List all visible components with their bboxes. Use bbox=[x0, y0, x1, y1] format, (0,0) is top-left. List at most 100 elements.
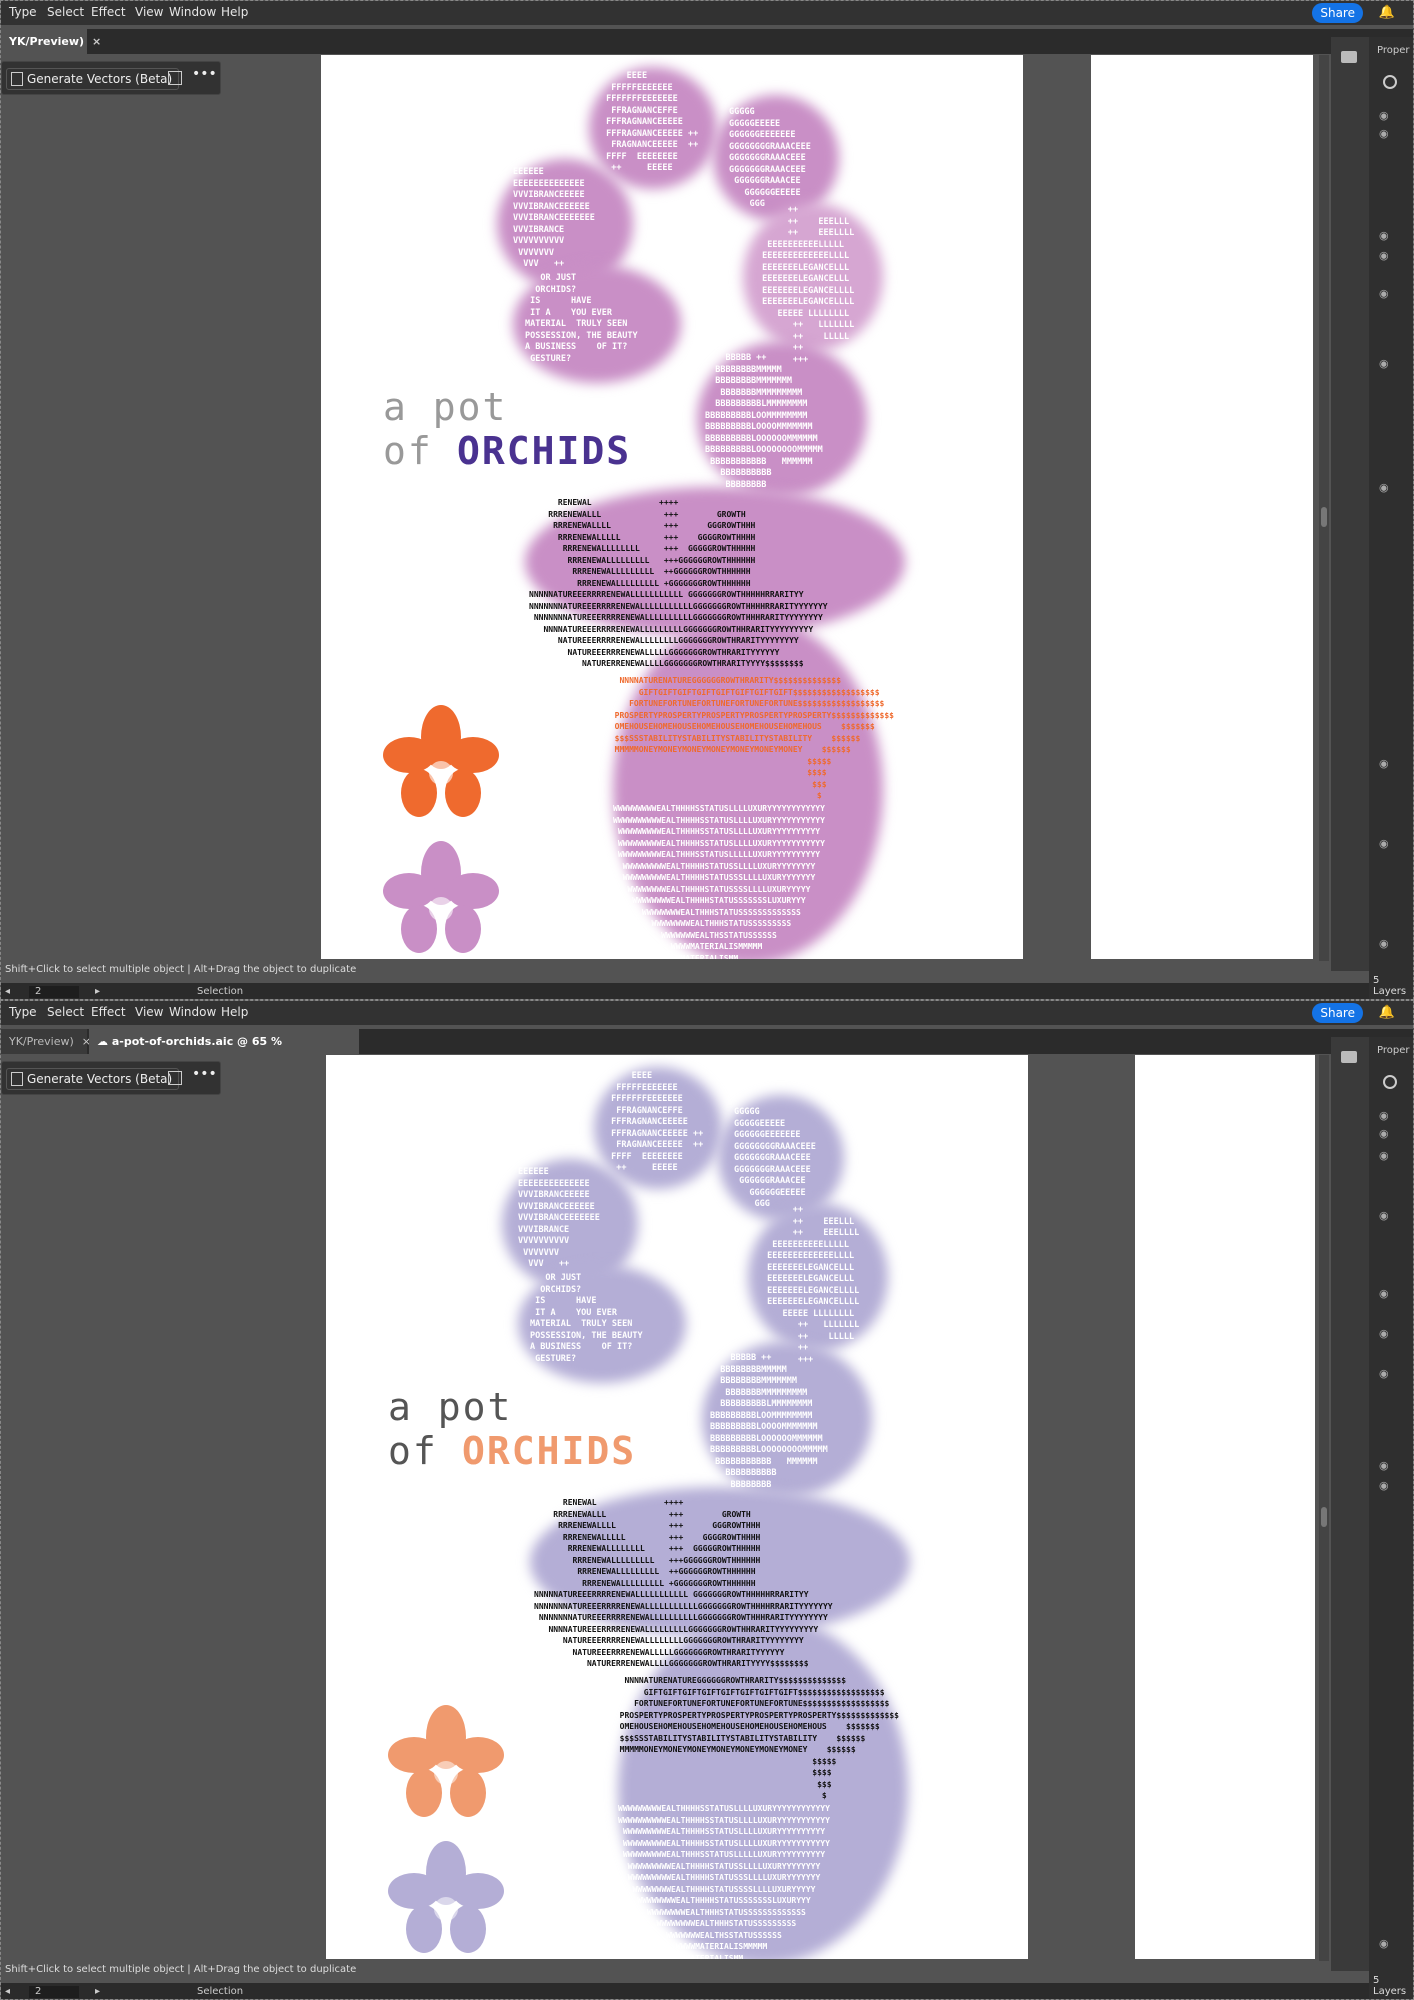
title-orchids: ORCHIDS bbox=[457, 429, 632, 473]
next-artboard-icon[interactable]: ▸ bbox=[95, 1983, 100, 1999]
petal-fragrance-text: EEEE FFFFFEEEEEEE FFFFFFFEEEEEEE FFRAGNA… bbox=[611, 1071, 704, 1173]
title-orchids: ORCHIDS bbox=[462, 1429, 637, 1473]
menu-view[interactable]: View bbox=[135, 1005, 163, 1019]
eye-icon[interactable]: ◉ bbox=[1379, 1479, 1389, 1492]
menu-type[interactable]: Type bbox=[9, 1005, 37, 1019]
eye-icon[interactable]: ◉ bbox=[1379, 249, 1389, 262]
tab-document[interactable]: YK/Preview) × bbox=[1, 29, 101, 54]
eye-icon[interactable]: ◉ bbox=[1379, 1367, 1389, 1380]
tab-label: YK/Preview) bbox=[9, 35, 85, 48]
orange-orchid-flower bbox=[388, 1705, 504, 1817]
question-text: OR JUST ORCHIDS? IS HAVE IT A YOU EVER M… bbox=[530, 1273, 643, 1364]
eye-icon[interactable]: ◉ bbox=[1379, 109, 1389, 122]
eye-icon[interactable]: ◉ bbox=[1379, 357, 1389, 370]
properties-title: Proper bbox=[1377, 1045, 1410, 1056]
menu-select[interactable]: Select bbox=[47, 5, 84, 19]
menu-window[interactable]: Window bbox=[169, 5, 216, 19]
document-tabs: YK/Preview) × ☁ a-pot-of-orchids.aic @ 65… bbox=[1, 1029, 1413, 1073]
wealth-text: WWWWWWWWWEALTHHHHSSTATUSLLLLUXURYYYYYYYY… bbox=[618, 1804, 830, 1959]
document-tabs: YK/Preview) × bbox=[1, 29, 1413, 54]
menu-help[interactable]: Help bbox=[221, 5, 248, 19]
more-options-icon[interactable]: ••• bbox=[192, 1066, 217, 1082]
leaves-text: RENEWAL ++++ RRRENEWALLL +++ GROWTH RRRE… bbox=[534, 1498, 833, 1668]
comment-icon[interactable] bbox=[1341, 51, 1357, 63]
tab-label: YK/Preview) bbox=[9, 1035, 74, 1048]
menu-type[interactable]: Type bbox=[9, 5, 37, 19]
recolor-icon[interactable] bbox=[168, 1071, 182, 1085]
eye-icon[interactable]: ◉ bbox=[1379, 837, 1389, 850]
eye-icon[interactable]: ◉ bbox=[1379, 1109, 1389, 1122]
search-icon[interactable] bbox=[1383, 1075, 1397, 1089]
artboard-secondary[interactable] bbox=[1135, 1055, 1315, 1959]
title-of: of bbox=[383, 429, 433, 473]
purple-orchid-flower bbox=[383, 841, 499, 953]
window-version-1: Type Select Effect View Window Help Shar… bbox=[0, 0, 1414, 1000]
comment-icon[interactable] bbox=[1341, 1051, 1357, 1063]
prev-artboard-icon[interactable]: ◂ bbox=[5, 983, 10, 999]
eye-icon[interactable]: ◉ bbox=[1379, 1209, 1389, 1222]
menu-view[interactable]: View bbox=[135, 5, 163, 19]
prev-artboard-icon[interactable]: ◂ bbox=[5, 1983, 10, 1999]
scrollbar-thumb[interactable] bbox=[1321, 507, 1327, 527]
orange-orchid-flower bbox=[383, 705, 499, 817]
menu-window[interactable]: Window bbox=[169, 1005, 216, 1019]
tab-document-2[interactable]: ☁ a-pot-of-orchids.aic @ 65 % (CMYK/Prev… bbox=[89, 1029, 359, 1073]
fortune-text: NNNNATURENATUREGGGGGGROWTHRARITY$$$$$$$$… bbox=[614, 676, 894, 800]
vertical-scrollbar[interactable] bbox=[1319, 55, 1329, 961]
properties-panel: Proper ◉ ◉ ◉ ◉ ◉ ◉ ◉ ◉ ◉ ◉ 5 Layers bbox=[1369, 37, 1413, 999]
eye-icon[interactable]: ◉ bbox=[1379, 1149, 1389, 1162]
layers-count: 5 Layers bbox=[1373, 975, 1407, 997]
eye-icon[interactable]: ◉ bbox=[1379, 1937, 1389, 1950]
next-artboard-icon[interactable]: ▸ bbox=[95, 983, 100, 999]
bell-icon[interactable]: 🔔 bbox=[1379, 5, 1395, 20]
eye-icon[interactable]: ◉ bbox=[1379, 1459, 1389, 1472]
eye-icon[interactable]: ◉ bbox=[1379, 127, 1389, 140]
artboard-poster[interactable]: EEEE FFFFFEEEEEEE FFFFFFFEEEEEEE FFRAGNA… bbox=[326, 1055, 1028, 1959]
more-options-icon[interactable]: ••• bbox=[192, 66, 217, 82]
status-hint-text: Shift+Click to select multiple object | … bbox=[5, 964, 357, 975]
menu-effect[interactable]: Effect bbox=[91, 1005, 126, 1019]
eye-icon[interactable]: ◉ bbox=[1379, 481, 1389, 494]
menu-select[interactable]: Select bbox=[47, 1005, 84, 1019]
generate-vectors-button[interactable]: Generate Vectors (Beta) bbox=[6, 1068, 180, 1090]
vertical-scrollbar[interactable] bbox=[1319, 1055, 1329, 1961]
bottom-bar: ◂ 2 ▸ Selection bbox=[1, 983, 1369, 999]
generate-vectors-icon bbox=[11, 72, 23, 86]
menu-effect[interactable]: Effect bbox=[91, 5, 126, 19]
eye-icon[interactable]: ◉ bbox=[1379, 1127, 1389, 1140]
share-button[interactable]: Share bbox=[1312, 3, 1363, 23]
scrollbar-thumb[interactable] bbox=[1321, 1507, 1327, 1527]
eye-icon[interactable]: ◉ bbox=[1379, 229, 1389, 242]
menu-bar: Type Select Effect View Window Help Shar… bbox=[1, 1001, 1413, 1025]
recolor-icon[interactable] bbox=[168, 71, 182, 85]
purple-orchid-flower bbox=[388, 1841, 504, 1953]
status-hint-bar: Shift+Click to select multiple object | … bbox=[1, 1961, 1319, 1979]
eye-icon[interactable]: ◉ bbox=[1379, 937, 1389, 950]
tab-document-1[interactable]: YK/Preview) × bbox=[1, 1029, 91, 1054]
eye-icon[interactable]: ◉ bbox=[1379, 1287, 1389, 1300]
eye-icon[interactable]: ◉ bbox=[1379, 1327, 1389, 1340]
eye-icon[interactable]: ◉ bbox=[1379, 287, 1389, 300]
generate-vectors-label: Generate Vectors (Beta) bbox=[27, 72, 173, 86]
generate-vectors-button[interactable]: Generate Vectors (Beta) bbox=[6, 68, 180, 90]
eye-icon[interactable]: ◉ bbox=[1379, 757, 1389, 770]
share-button[interactable]: Share bbox=[1312, 1003, 1363, 1023]
bell-icon[interactable]: 🔔 bbox=[1379, 1005, 1395, 1020]
title-line-1: a pot bbox=[383, 385, 508, 429]
artboard-number: 2 bbox=[35, 986, 42, 997]
properties-title: Proper bbox=[1377, 45, 1410, 56]
artboard-poster[interactable]: EEEE FFFFFEEEEEEE FFFFFFFEEEEEEE FFRAGNA… bbox=[321, 55, 1023, 959]
layers-count: 5 Layers bbox=[1373, 1975, 1407, 1997]
close-icon[interactable]: × bbox=[92, 35, 101, 48]
comments-column bbox=[1331, 1037, 1369, 1971]
title-of: of bbox=[388, 1429, 438, 1473]
petal-vibrance-text: EEEEEE EEEEEEEEEEEEEE VVVIBRANCEEEEE VVV… bbox=[513, 167, 595, 269]
petal-grace-text: GGGGG GGGGGEEEEE GGGGGGEEEEEEE GGGGGGGGR… bbox=[729, 107, 811, 209]
menu-help[interactable]: Help bbox=[221, 1005, 248, 1019]
status-hint-bar: Shift+Click to select multiple object | … bbox=[1, 961, 1319, 979]
contextual-taskbar: Generate Vectors (Beta) ••• bbox=[1, 61, 221, 95]
artboard-number: 2 bbox=[35, 1986, 42, 1997]
search-icon[interactable] bbox=[1383, 75, 1397, 89]
artboard-secondary[interactable] bbox=[1091, 55, 1313, 959]
petal-vibrance-text: EEEEEE EEEEEEEEEEEEEE VVVIBRANCEEEEE VVV… bbox=[518, 1167, 600, 1269]
